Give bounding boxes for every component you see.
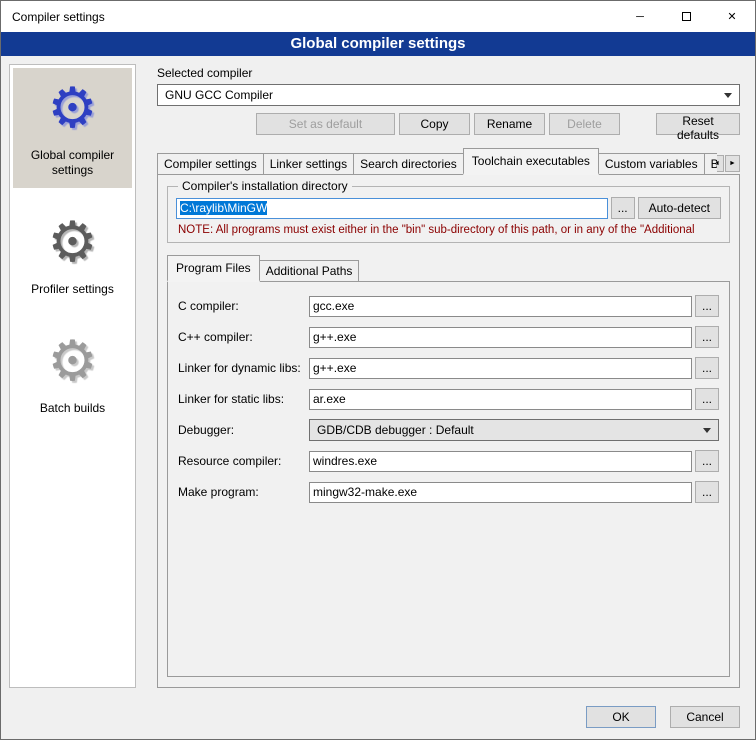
minimize-icon: ─ [636, 11, 644, 23]
make-program-browse-button[interactable]: ... [695, 481, 719, 503]
resource-compiler-value: windres.exe [313, 454, 377, 468]
install-dir-input[interactable]: C:\raylib\MinGW [176, 198, 608, 219]
resource-compiler-label: Resource compiler: [178, 454, 309, 468]
tab-custom-variables[interactable]: Custom variables [598, 153, 705, 174]
sidebar: ⚙ Global compiler settings ⚙ Profiler se… [9, 64, 136, 688]
resource-compiler-browse-button[interactable]: ... [695, 450, 719, 472]
profiler-settings-icon: ⚙ [15, 210, 130, 274]
titlebar: Compiler settings ─ ✕ [1, 1, 755, 32]
close-icon: ✕ [727, 10, 736, 23]
c-compiler-value: gcc.exe [313, 299, 354, 313]
installation-directory-row: C:\raylib\MinGW ... Auto-detect [176, 197, 721, 219]
set-as-default-button: Set as default [256, 113, 395, 135]
window-controls: ─ ✕ [617, 1, 755, 32]
cancel-button[interactable]: Cancel [670, 706, 740, 728]
form-row: Linker for static libs: ar.exe ... [178, 388, 719, 410]
reset-defaults-button[interactable]: Reset defaults [656, 113, 740, 135]
chevron-down-icon [724, 93, 732, 98]
main-panel: Selected compiler GNU GCC Compiler Set a… [148, 64, 747, 688]
c-compiler-label: C compiler: [178, 299, 309, 313]
form-row: Debugger: GDB/CDB debugger : Default [178, 419, 719, 441]
sidebar-item-label: Batch builds [15, 401, 130, 416]
dialog-header-title: Global compiler settings [290, 35, 465, 52]
cpp-compiler-browse-button[interactable]: ... [695, 326, 719, 348]
delete-button: Delete [549, 113, 620, 135]
selected-compiler-dropdown[interactable]: GNU GCC Compiler [157, 84, 740, 106]
global-compiler-settings-icon: ⚙ [15, 76, 130, 140]
tab-scroll-right-icon[interactable]: ► [725, 155, 740, 172]
selected-compiler-value: GNU GCC Compiler [165, 88, 273, 102]
rename-button[interactable]: Rename [474, 113, 545, 135]
dynamic-linker-label: Linker for dynamic libs: [178, 361, 309, 375]
copy-button[interactable]: Copy [399, 113, 470, 135]
dialog-body: ⚙ Global compiler settings ⚙ Profiler se… [1, 56, 755, 698]
form-row: C compiler: gcc.exe ... [178, 295, 719, 317]
install-dir-value: C:\raylib\MinGW [180, 201, 267, 215]
resource-compiler-input[interactable]: windres.exe [309, 451, 692, 472]
c-compiler-input[interactable]: gcc.exe [309, 296, 692, 317]
settings-tabstrip: Compiler settings Linker settings Search… [157, 148, 740, 174]
make-program-label: Make program: [178, 485, 309, 499]
form-row: Make program: mingw32-make.exe ... [178, 481, 719, 503]
cpp-compiler-label: C++ compiler: [178, 330, 309, 344]
tab-search-directories[interactable]: Search directories [353, 153, 464, 174]
tab-additional-paths[interactable]: Additional Paths [259, 260, 360, 281]
window-title: Compiler settings [1, 10, 105, 24]
make-program-input[interactable]: mingw32-make.exe [309, 482, 692, 503]
sidebar-item-label: Profiler settings [15, 282, 130, 297]
cpp-compiler-value: g++.exe [313, 330, 356, 344]
compiler-settings-window: Compiler settings ─ ✕ Global compiler se… [0, 0, 756, 740]
tab-build-options[interactable]: Buil [704, 153, 717, 174]
static-linker-value: ar.exe [313, 392, 346, 406]
program-files-panel: C compiler: gcc.exe ... C++ compiler: [167, 281, 730, 677]
tab-program-files[interactable]: Program Files [167, 255, 260, 282]
sidebar-item-global-compiler-settings[interactable]: ⚙ Global compiler settings [13, 68, 132, 188]
install-dir-browse-button[interactable]: ... [611, 197, 635, 219]
debugger-dropdown[interactable]: GDB/CDB debugger : Default [309, 419, 719, 441]
dialog-footer: OK Cancel [1, 698, 755, 739]
bin-subdirectory-note: NOTE: All programs must exist either in … [178, 224, 721, 236]
make-program-value: mingw32-make.exe [313, 485, 417, 499]
chevron-down-icon [703, 428, 711, 433]
sidebar-item-label: Global compiler settings [15, 148, 130, 178]
tab-linker-settings[interactable]: Linker settings [263, 153, 354, 174]
installation-directory-group: Compiler's installation directory C:\ray… [167, 179, 730, 243]
installation-directory-legend: Compiler's installation directory [178, 179, 352, 193]
static-linker-input[interactable]: ar.exe [309, 389, 692, 410]
autodetect-button[interactable]: Auto-detect [638, 197, 721, 219]
debugger-label: Debugger: [178, 423, 309, 437]
program-files-tabstrip: Program Files Additional Paths [167, 255, 730, 281]
dynamic-linker-value: g++.exe [313, 361, 356, 375]
selected-compiler-label: Selected compiler [157, 66, 747, 80]
dynamic-linker-input[interactable]: g++.exe [309, 358, 692, 379]
close-button[interactable]: ✕ [709, 1, 755, 32]
dynamic-linker-browse-button[interactable]: ... [695, 357, 719, 379]
maximize-button[interactable] [663, 1, 709, 32]
compiler-actions: Set as default Copy Rename Delete Reset … [157, 113, 740, 135]
c-compiler-browse-button[interactable]: ... [695, 295, 719, 317]
minimize-button[interactable]: ─ [617, 1, 663, 32]
static-linker-browse-button[interactable]: ... [695, 388, 719, 410]
tab-toolchain-executables[interactable]: Toolchain executables [463, 148, 599, 175]
dialog-header: Global compiler settings [1, 32, 755, 56]
form-row: Resource compiler: windres.exe ... [178, 450, 719, 472]
sidebar-item-profiler-settings[interactable]: ⚙ Profiler settings [13, 202, 132, 307]
cpp-compiler-input[interactable]: g++.exe [309, 327, 692, 348]
form-row: C++ compiler: g++.exe ... [178, 326, 719, 348]
ok-button[interactable]: OK [586, 706, 656, 728]
tab-compiler-settings[interactable]: Compiler settings [157, 153, 264, 174]
maximize-icon [682, 12, 691, 21]
sidebar-item-batch-builds[interactable]: ⚙ Batch builds [13, 321, 132, 426]
debugger-value: GDB/CDB debugger : Default [317, 423, 474, 437]
batch-builds-icon: ⚙ [15, 329, 130, 393]
static-linker-label: Linker for static libs: [178, 392, 309, 406]
form-row: Linker for dynamic libs: g++.exe ... [178, 357, 719, 379]
toolchain-executables-panel: Compiler's installation directory C:\ray… [157, 174, 740, 688]
